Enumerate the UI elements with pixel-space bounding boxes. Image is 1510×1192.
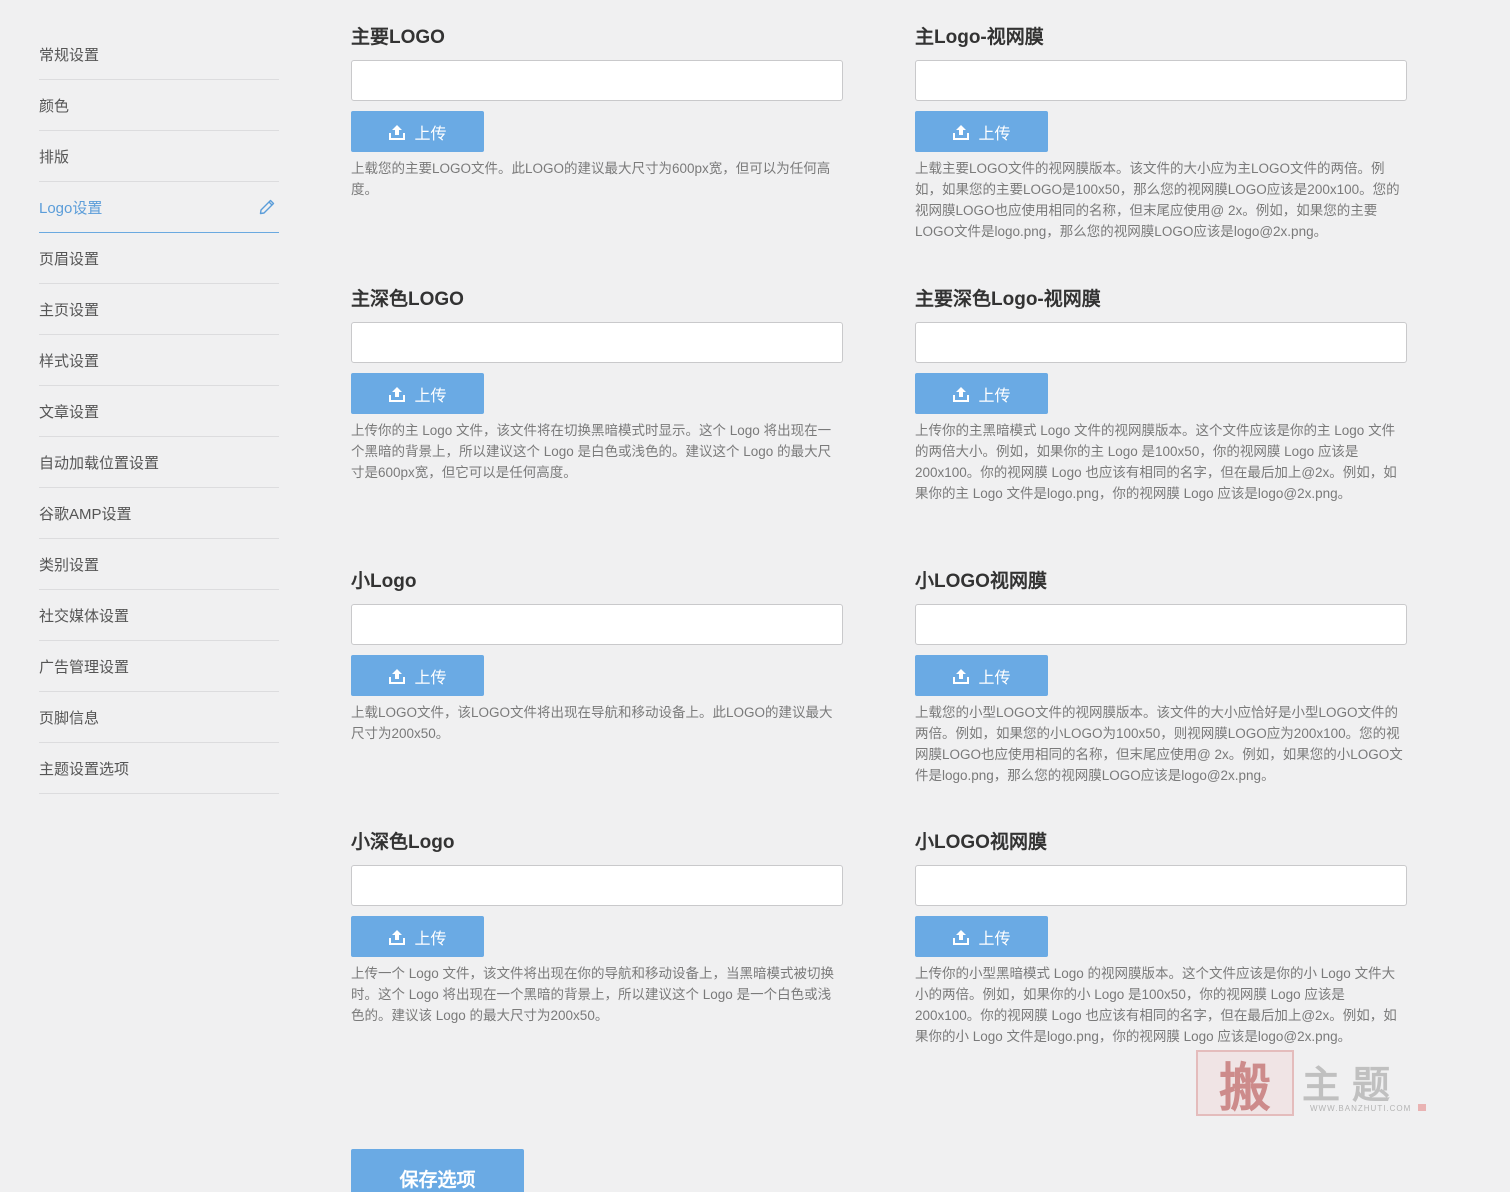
watermark-logo: 搬 主题 WWW.BANZHUTI.COM	[1196, 1050, 1428, 1120]
field-description: 上载您的主要LOGO文件。此LOGO的建议最大尺寸为600px宽，但可以为任何高…	[351, 161, 831, 197]
save-label: 保存选项	[399, 1170, 476, 1191]
small-dark-logo-retina-input[interactable]	[915, 865, 1407, 906]
upload-icon	[953, 124, 970, 140]
field-description: 上载LOGO文件，该LOGO文件将出现在导航和移动设备上。此LOGO的建议最大尺…	[351, 705, 833, 741]
sidebar-item-style[interactable]: 样式设置	[39, 335, 279, 386]
sidebar-item-label: 自动加载位置设置	[39, 454, 160, 472]
field-description: 上传一个 Logo 文件，该文件将出现在你的导航和移动设备上，当黑暗模式被切换时…	[351, 966, 835, 1023]
sidebar-item-ads[interactable]: 广告管理设置	[39, 641, 279, 692]
sidebar-item-posts[interactable]: 文章设置	[39, 386, 279, 437]
main-logo-upload-button[interactable]: 上传	[351, 111, 484, 152]
sidebar-item-label: Logo设置	[39, 199, 103, 217]
watermark-mark	[1418, 1104, 1426, 1111]
field-label: 主要深色Logo-视网膜	[915, 289, 1101, 310]
sidebar-item-label: 广告管理设置	[39, 658, 130, 676]
sidebar-item-social[interactable]: 社交媒体设置	[39, 590, 279, 641]
upload-label: 上传	[978, 669, 1011, 687]
upload-icon	[389, 929, 406, 945]
settings-sidebar: 常规设置 颜色 排版 Logo设置 页眉设置 主页设置 样式设置 文章设置 自动…	[39, 29, 279, 794]
upload-icon	[389, 668, 406, 684]
small-logo-input[interactable]	[351, 604, 843, 645]
main-dark-logo-retina-input[interactable]	[915, 322, 1407, 363]
upload-label: 上传	[414, 125, 447, 143]
upload-label: 上传	[978, 125, 1011, 143]
sidebar-item-label: 页脚信息	[39, 709, 100, 727]
field-label: 小LOGO视网膜	[915, 832, 1047, 853]
upload-icon	[953, 929, 970, 945]
field-small-dark-logo-retina: 小LOGO视网膜 上传 上传你的小型黑暗模式 Logo 的视网膜版本。这个文件应…	[915, 831, 1407, 1047]
field-main-logo: 主要LOGO 上传 上载您的主要LOGO文件。此LOGO的建议最大尺寸为600p…	[351, 26, 843, 200]
sidebar-item-logo-settings[interactable]: Logo设置	[39, 182, 279, 233]
small-dark-logo-upload-button[interactable]: 上传	[351, 916, 484, 957]
small-dark-logo-input[interactable]	[351, 865, 843, 906]
watermark-text: 主题	[1302, 1062, 1403, 1107]
small-logo-upload-button[interactable]: 上传	[351, 655, 484, 696]
sidebar-item-label: 文章设置	[39, 403, 100, 421]
upload-icon	[953, 386, 970, 402]
field-label: 小LOGO视网膜	[915, 571, 1047, 592]
sidebar-item-theme-options[interactable]: 主题设置选项	[39, 743, 279, 794]
field-description: 上载主要LOGO文件的视网膜版本。该文件的大小应为主LOGO文件的两倍。例如，如…	[915, 161, 1400, 239]
field-main-dark-logo: 主深色LOGO 上传 上传你的主 Logo 文件，该文件将在切换黑暗模式时显示。…	[351, 288, 843, 483]
sidebar-item-label: 主题设置选项	[39, 760, 130, 778]
sidebar-item-homepage[interactable]: 主页设置	[39, 284, 279, 335]
sidebar-item-label: 社交媒体设置	[39, 607, 130, 625]
main-dark-logo-input[interactable]	[351, 322, 843, 363]
sidebar-item-label: 类别设置	[39, 556, 100, 574]
field-description: 上传你的小型黑暗模式 Logo 的视网膜版本。这个文件应该是你的小 Logo 文…	[915, 966, 1397, 1044]
sidebar-item-header[interactable]: 页眉设置	[39, 233, 279, 284]
upload-icon	[389, 386, 406, 402]
sidebar-item-categories[interactable]: 类别设置	[39, 539, 279, 590]
field-small-logo: 小Logo 上传 上载LOGO文件，该LOGO文件将出现在导航和移动设备上。此L…	[351, 570, 843, 744]
small-logo-retina-input[interactable]	[915, 604, 1407, 645]
field-description: 上传你的主黑暗模式 Logo 文件的视网膜版本。这个文件应该是你的主 Logo …	[915, 423, 1397, 501]
field-label: 小深色Logo	[351, 832, 455, 853]
upload-label: 上传	[978, 387, 1011, 405]
main-logo-input[interactable]	[351, 60, 843, 101]
main-dark-logo-retina-upload-button[interactable]: 上传	[915, 373, 1048, 414]
main-logo-retina-input[interactable]	[915, 60, 1407, 101]
field-label: 主深色LOGO	[351, 289, 464, 310]
sidebar-item-amp[interactable]: 谷歌AMP设置	[39, 488, 279, 539]
save-options-button[interactable]: 保存选项	[351, 1149, 524, 1192]
main-logo-retina-upload-button[interactable]: 上传	[915, 111, 1048, 152]
field-main-logo-retina: 主Logo-视网膜 上传 上载主要LOGO文件的视网膜版本。该文件的大小应为主L…	[915, 26, 1407, 242]
field-small-logo-retina: 小LOGO视网膜 上传 上载您的小型LOGO文件的视网膜版本。该文件的大小应恰好…	[915, 570, 1407, 786]
sidebar-item-autoload[interactable]: 自动加载位置设置	[39, 437, 279, 488]
sidebar-item-colors[interactable]: 颜色	[39, 80, 279, 131]
watermark-seal: 搬	[1196, 1050, 1294, 1119]
field-label: 小Logo	[351, 571, 417, 592]
upload-label: 上传	[414, 669, 447, 687]
sidebar-item-label: 常规设置	[39, 46, 100, 64]
sidebar-item-label: 主页设置	[39, 301, 100, 319]
small-logo-retina-upload-button[interactable]: 上传	[915, 655, 1048, 696]
field-label: 主要LOGO	[351, 27, 445, 48]
sidebar-item-general[interactable]: 常规设置	[39, 29, 279, 80]
field-description: 上载您的小型LOGO文件的视网膜版本。该文件的大小应恰好是小型LOGO文件的两倍…	[915, 705, 1403, 783]
pencil-edit-icon	[259, 199, 275, 215]
field-description: 上传你的主 Logo 文件，该文件将在切换黑暗模式时显示。这个 Logo 将出现…	[351, 423, 832, 480]
upload-label: 上传	[414, 930, 447, 948]
field-label: 主Logo-视网膜	[915, 27, 1044, 48]
upload-icon	[389, 124, 406, 140]
sidebar-item-label: 页眉设置	[39, 250, 100, 268]
field-small-dark-logo: 小深色Logo 上传 上传一个 Logo 文件，该文件将出现在你的导航和移动设备…	[351, 831, 843, 1026]
small-dark-logo-retina-upload-button[interactable]: 上传	[915, 916, 1048, 957]
main-dark-logo-upload-button[interactable]: 上传	[351, 373, 484, 414]
sidebar-item-typography[interactable]: 排版	[39, 131, 279, 182]
sidebar-item-footer[interactable]: 页脚信息	[39, 692, 279, 743]
sidebar-item-label: 谷歌AMP设置	[39, 505, 132, 523]
field-main-dark-logo-retina: 主要深色Logo-视网膜 上传 上传你的主黑暗模式 Logo 文件的视网膜版本。…	[915, 288, 1407, 504]
sidebar-item-label: 颜色	[39, 97, 70, 115]
upload-icon	[953, 668, 970, 684]
settings-page: 常规设置 颜色 排版 Logo设置 页眉设置 主页设置 样式设置 文章设置 自动…	[0, 0, 1510, 1192]
sidebar-item-label: 排版	[39, 148, 70, 166]
upload-label: 上传	[414, 387, 447, 405]
upload-label: 上传	[978, 930, 1011, 948]
watermark-url: WWW.BANZHUTI.COM	[1310, 1104, 1412, 1113]
sidebar-item-label: 样式设置	[39, 352, 100, 370]
